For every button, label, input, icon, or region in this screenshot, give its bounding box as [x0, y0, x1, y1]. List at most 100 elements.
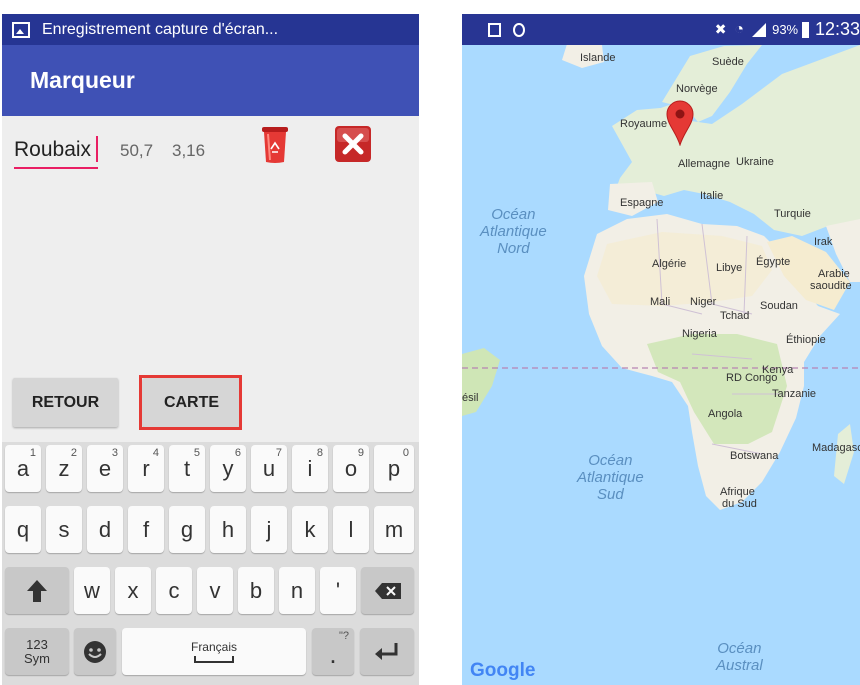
battery-icon — [802, 21, 809, 38]
label-saoudite: saoudite — [810, 280, 852, 292]
label-libye: Libye — [716, 262, 743, 274]
status-title: Enregistrement capture d'écran... — [42, 20, 279, 38]
label-tanzanie: Tanzanie — [772, 388, 817, 400]
clock-time: 12:33 — [814, 19, 860, 39]
label-ethiopie: Éthiopie — [786, 334, 826, 346]
battery-percent: 93% — [772, 22, 799, 37]
close-icon[interactable] — [334, 125, 372, 163]
app-bar: Marqueur — [2, 45, 419, 116]
location-marker-icon[interactable] — [666, 100, 694, 146]
label-botswana: Botswana — [730, 450, 779, 462]
key-e[interactable]: 3e — [87, 445, 123, 492]
key-k[interactable]: k — [292, 506, 328, 553]
symbols-key[interactable]: 123 Sym — [5, 628, 69, 675]
longitude-value: 3,16 — [172, 141, 206, 160]
key-n[interactable]: n — [279, 567, 315, 614]
label-rdcongo: RD Congo — [726, 372, 778, 384]
label-turquie: Turquie — [774, 208, 811, 220]
label-atlantique-nord: Océan Atlantique Nord — [480, 206, 547, 257]
label-islande: Islande — [580, 52, 616, 64]
key-o[interactable]: 9o — [333, 445, 369, 492]
key-h[interactable]: h — [210, 506, 246, 553]
label-tchad: Tchad — [720, 310, 750, 322]
key-q[interactable]: q — [5, 506, 41, 553]
back-button[interactable]: RETOUR — [13, 378, 118, 427]
label-royaume: Royaume — [620, 118, 668, 130]
enter-key[interactable] — [360, 628, 414, 675]
key-t[interactable]: 5t — [169, 445, 205, 492]
label-ocean-austral: Océan Austral — [716, 640, 763, 674]
space-bar-icon — [194, 656, 234, 663]
key-r[interactable]: 4r — [128, 445, 164, 492]
key-m[interactable]: m — [374, 506, 414, 553]
key-b[interactable]: b — [238, 567, 274, 614]
keyboard-language-label: Français — [190, 640, 237, 654]
enter-icon — [375, 642, 398, 660]
label-bresil: ésil — [462, 392, 479, 404]
label-atlantique-sud: Océan Atlantique Sud — [577, 452, 644, 503]
marker-row: 50,7 3,16 — [2, 116, 419, 206]
label-espagne: Espagne — [620, 197, 664, 209]
label-du-sud: du Sud — [722, 498, 757, 510]
label-mali: Mali — [650, 296, 671, 308]
label-arabie: Arabie — [818, 268, 850, 280]
key-apostrophe[interactable]: ' — [320, 567, 356, 614]
mute-icon: ✖ — [714, 21, 727, 37]
smiley-icon — [84, 640, 106, 663]
key-v[interactable]: v — [197, 567, 233, 614]
key-d[interactable]: d — [87, 506, 123, 553]
label-norvege: Norvège — [676, 83, 718, 95]
trash-icon[interactable] — [260, 124, 290, 164]
key-x[interactable]: x — [115, 567, 151, 614]
key-g[interactable]: g — [169, 506, 205, 553]
label-irak: Irak — [814, 236, 833, 248]
right-phone-screen: ✖ ◔ 93% 12:33 Islande Suède Norvège Roya… — [462, 14, 860, 685]
text-cursor — [96, 136, 98, 162]
emoji-key[interactable] — [74, 628, 116, 675]
backspace-icon — [374, 582, 401, 599]
signal-icon — [752, 22, 767, 37]
label-madagascar: Madagasc — [812, 442, 860, 454]
key-f[interactable]: f — [128, 506, 164, 553]
key-j[interactable]: j — [251, 506, 287, 553]
label-ukraine: Ukraine — [736, 156, 774, 168]
latitude-value: 50,7 — [120, 141, 154, 160]
screenshot-icon — [488, 22, 502, 37]
world-map[interactable] — [462, 14, 860, 685]
label-suede: Suède — [712, 56, 744, 68]
google-logo: Google — [470, 660, 536, 681]
label-niger: Niger — [690, 296, 717, 308]
key-y[interactable]: 6y — [210, 445, 246, 492]
app-title: Marqueur — [30, 67, 135, 93]
key-p[interactable]: 0p — [374, 445, 414, 492]
key-u[interactable]: 7u — [251, 445, 287, 492]
screenshot-icon — [12, 21, 30, 38]
label-afrique: Afrique — [720, 486, 755, 498]
label-allemagne: Allemagne — [678, 158, 730, 170]
label-nigeria: Nigeria — [682, 328, 717, 340]
shift-key[interactable] — [5, 567, 69, 614]
keyboard: 1a 2z 3e 4r 5t 6y 7u 8i 9o 0p q s d f g … — [2, 442, 419, 685]
key-i[interactable]: 8i — [292, 445, 328, 492]
shift-arrow-icon — [27, 579, 47, 602]
key-c[interactable]: c — [156, 567, 192, 614]
mood-icon — [513, 22, 525, 37]
left-phone-screen: Enregistrement capture d'écran... Marque… — [2, 14, 419, 685]
period-key[interactable]: "? . — [312, 628, 354, 675]
key-l[interactable]: l — [333, 506, 369, 553]
label-angola: Angola — [708, 408, 743, 420]
key-a[interactable]: 1a — [5, 445, 41, 492]
status-bar: Enregistrement capture d'écran... — [2, 14, 419, 45]
label-italie: Italie — [700, 190, 724, 202]
space-key[interactable]: Français — [122, 628, 306, 675]
wifi-icon: ◔ — [734, 20, 745, 38]
label-egypte: Égypte — [756, 256, 791, 268]
marker-name-input[interactable] — [14, 133, 98, 169]
key-s[interactable]: s — [46, 506, 82, 553]
key-w[interactable]: w — [74, 567, 110, 614]
label-soudan: Soudan — [760, 300, 798, 312]
map-button-highlight — [139, 375, 242, 430]
backspace-key[interactable] — [361, 567, 414, 614]
key-z[interactable]: 2z — [46, 445, 82, 492]
label-algerie: Algérie — [652, 258, 687, 270]
